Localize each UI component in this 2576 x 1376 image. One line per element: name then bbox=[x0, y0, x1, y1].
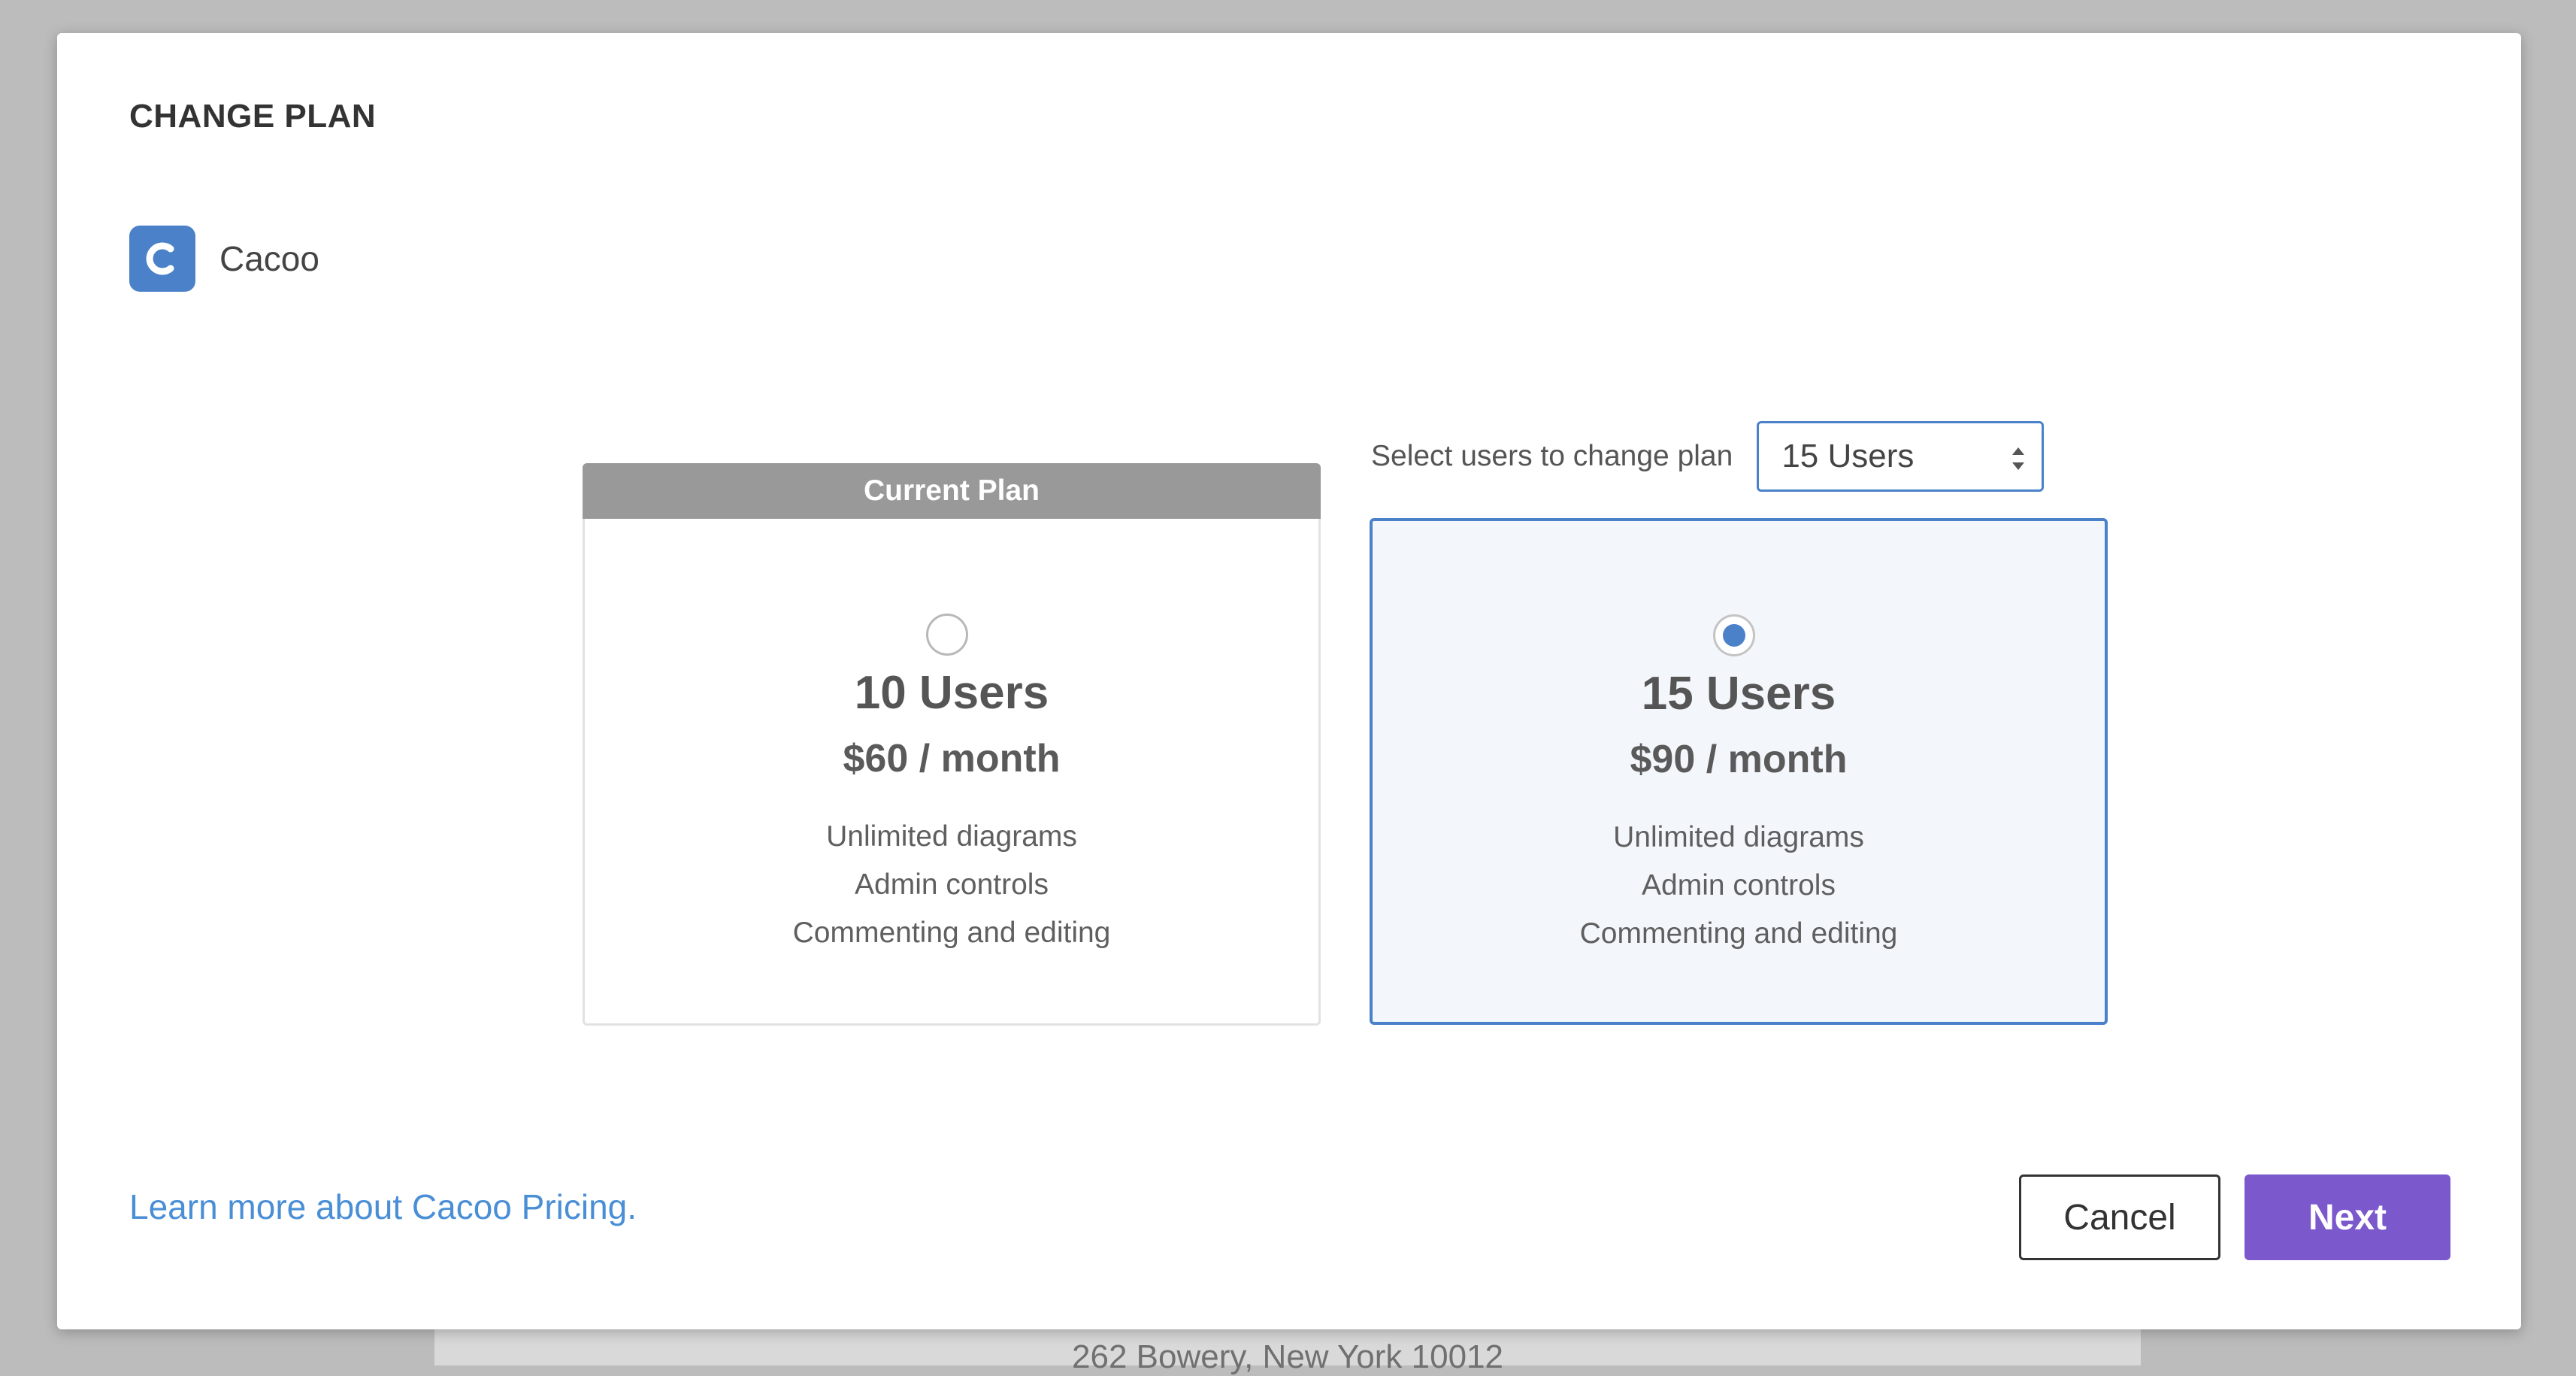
radio-selected-dot bbox=[1723, 624, 1745, 647]
background-address: 262 Bowery, New York 10012 bbox=[1072, 1338, 1503, 1375]
cancel-button[interactable]: Cancel bbox=[2019, 1174, 2220, 1260]
learn-more-pricing-link[interactable]: Learn more about Cacoo Pricing. bbox=[129, 1187, 637, 1227]
change-plan-modal: CHANGE PLAN Cacoo Select users to change… bbox=[57, 33, 2521, 1329]
plan-feature: Admin controls bbox=[1642, 869, 1836, 902]
app-identity: Cacoo bbox=[129, 226, 319, 292]
plan-card-current[interactable]: Current Plan 10 Users $60 / month Unlimi… bbox=[583, 463, 1321, 1026]
plan-users: 10 Users bbox=[854, 667, 1049, 719]
next-button[interactable]: Next bbox=[2245, 1174, 2450, 1260]
plan-card-selected[interactable]: 15 Users $90 / month Unlimited diagrams … bbox=[1370, 518, 2108, 1025]
plan-features: Unlimited diagrams Admin controls Commen… bbox=[793, 813, 1111, 957]
select-arrows-icon bbox=[2012, 447, 2025, 470]
user-count-select[interactable]: 15 Users bbox=[1757, 421, 2045, 492]
plan-feature: Unlimited diagrams bbox=[826, 820, 1077, 853]
modal-title: CHANGE PLAN bbox=[129, 98, 377, 135]
plan-feature: Unlimited diagrams bbox=[1613, 821, 1864, 853]
plan-price: $90 / month bbox=[1630, 738, 1848, 781]
plan-radio-10-users[interactable] bbox=[926, 614, 968, 656]
user-select-row: Select users to change plan 15 Users bbox=[1371, 421, 2045, 492]
plan-features: Unlimited diagrams Admin controls Commen… bbox=[1580, 814, 1898, 958]
plan-radio-15-users[interactable] bbox=[1713, 614, 1755, 656]
user-select-label: Select users to change plan bbox=[1371, 440, 1733, 472]
plan-feature: Commenting and editing bbox=[1579, 917, 1898, 950]
plan-feature: Commenting and editing bbox=[792, 917, 1111, 949]
cacoo-logo-icon bbox=[129, 226, 195, 292]
plan-users: 15 Users bbox=[1641, 668, 1836, 720]
app-name: Cacoo bbox=[219, 239, 319, 278]
plan-feature: Admin controls bbox=[855, 868, 1049, 901]
current-plan-header: Current Plan bbox=[583, 463, 1321, 519]
user-count-select-value: 15 Users bbox=[1781, 438, 1915, 474]
plan-price: $60 / month bbox=[843, 737, 1061, 780]
